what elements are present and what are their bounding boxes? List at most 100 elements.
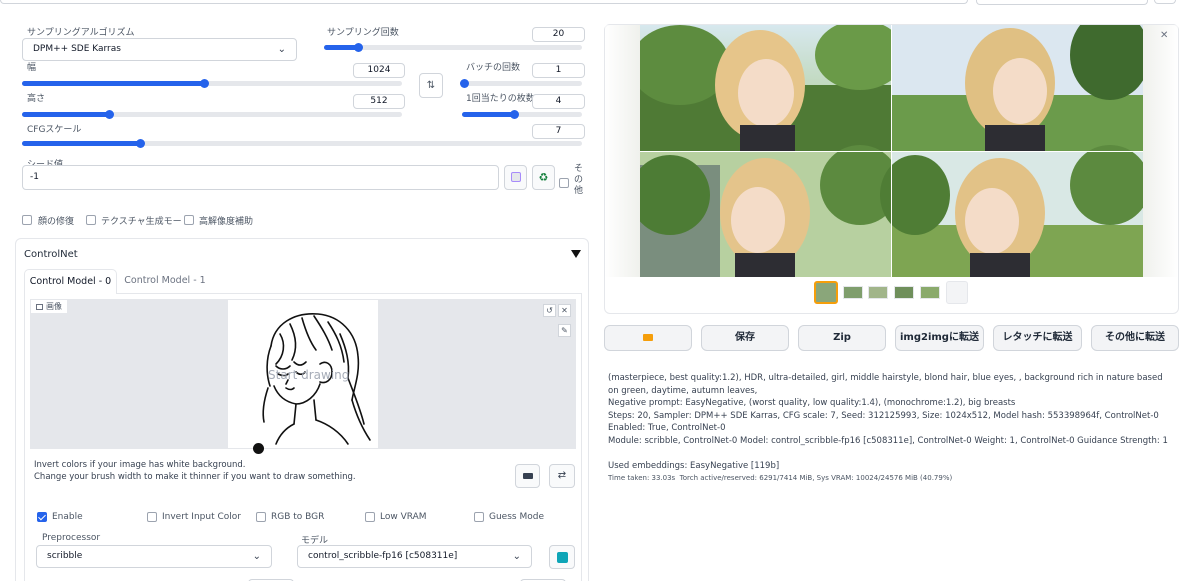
image-cell-2 [892, 25, 1143, 151]
cfg-input[interactable]: 7 [532, 124, 585, 139]
rgb-bgr-label: RGB to BGR [271, 512, 325, 522]
width-thumb[interactable] [200, 79, 210, 88]
open-folder-button[interactable] [604, 325, 692, 351]
preprocessor-select[interactable]: scribble ⌄ [36, 545, 272, 568]
save-button[interactable]: 保存 [701, 325, 789, 351]
batch-count-input[interactable]: 1 [532, 63, 585, 78]
low-vram-checkbox[interactable] [365, 512, 375, 522]
image-label-badge: 画像 [31, 300, 68, 314]
thumbnail-grid[interactable] [814, 281, 838, 304]
width-fill [22, 81, 205, 86]
prompt-text: (masterpiece, best quality:1.2), HDR, ul… [608, 373, 1163, 396]
width-input[interactable]: 1024 [353, 63, 405, 78]
send-to-img2img-button[interactable]: img2imgに転送 [895, 325, 984, 351]
height-input[interactable]: 512 [353, 94, 405, 109]
invert-label: Invert Input Color [162, 512, 241, 522]
cfg-label: CFGスケール [27, 125, 82, 135]
recycle-icon: ♻ [538, 171, 549, 184]
close-gallery-button[interactable]: ✕ [1160, 30, 1168, 41]
guess-mode-checkbox[interactable] [474, 512, 484, 522]
model-select[interactable]: control_scribble-fp16 [c508311e] ⌄ [297, 545, 532, 568]
sampling-steps-fill [324, 45, 358, 50]
low-vram-label: Low VRAM [380, 512, 427, 522]
image-cell-1 [640, 25, 905, 151]
zip-button[interactable]: Zip [798, 325, 886, 351]
clear-canvas-button[interactable]: ✕ [558, 304, 571, 317]
generated-image-grid[interactable] [640, 25, 1143, 277]
undo-icon: ↺ [546, 306, 553, 315]
brush-button[interactable]: ✎ [558, 324, 571, 337]
chevron-down-icon: ⌄ [277, 44, 286, 55]
canvas-overlay-text: Start drawing [268, 368, 350, 382]
controlnet-title[interactable]: ControlNet [24, 249, 78, 260]
top-input-remnant [0, 0, 968, 4]
undo-button[interactable]: ↺ [543, 304, 556, 317]
image-canvas[interactable]: Start drawing 画像 ↺ ✕ ✎ [30, 299, 576, 454]
random-seed-button[interactable] [504, 165, 527, 190]
thumbnail-3[interactable] [894, 286, 914, 299]
height-thumb[interactable] [105, 110, 115, 119]
width-label: 幅 [27, 63, 37, 73]
width-slider[interactable] [22, 79, 402, 88]
canvas-left-gray [31, 300, 228, 448]
sampling-steps-label: サンプリング回数 [327, 28, 399, 38]
batch-count-thumb[interactable] [460, 79, 470, 88]
batch-size-label: 1回当たりの枚数 [466, 94, 535, 104]
sampling-method-select[interactable]: DPM++ SDE Karras ⌄ [22, 38, 297, 61]
tab-control-model-0[interactable]: Control Model - 0 [24, 269, 117, 294]
batch-size-slider[interactable] [462, 110, 582, 119]
send-to-inpaint-button[interactable]: レタッチに転送 [993, 325, 1082, 351]
swap-horizontal-icon: ⇄ [557, 470, 567, 481]
brush-cursor [253, 443, 264, 454]
preprocessor-label: Preprocessor [42, 533, 101, 543]
tab-control-model-1[interactable]: Control Model - 1 [120, 269, 210, 294]
params-text-1: Steps: 20, Sampler: DPM++ SDE Karras, CF… [608, 410, 1159, 434]
cfg-thumb[interactable] [135, 139, 145, 148]
thumbnail-4[interactable] [920, 286, 940, 299]
top-right-box-remnant [976, 0, 1148, 5]
cfg-fill [22, 141, 140, 146]
hint-invert: Invert colors if your image has white ba… [34, 460, 246, 470]
seed-extra-checkbox[interactable] [559, 178, 569, 188]
height-slider[interactable] [22, 110, 402, 119]
hires-label: 高解像度補助 [199, 217, 254, 227]
batch-size-input[interactable]: 4 [532, 94, 585, 109]
batch-count-slider[interactable] [460, 79, 582, 88]
folder-icon [643, 333, 653, 341]
guess-mode-label: Guess Mode [489, 512, 544, 522]
send-to-extras-button[interactable]: その他に転送 [1091, 325, 1179, 351]
mirror-button[interactable]: ⇄ [549, 464, 575, 488]
invert-checkbox[interactable] [147, 512, 157, 522]
cfg-slider[interactable] [22, 139, 582, 148]
image-cell-3 [640, 145, 900, 277]
enable-checkbox[interactable] [37, 512, 47, 522]
thumbnail-2[interactable] [868, 286, 888, 299]
sampling-steps-input[interactable]: 20 [532, 27, 585, 42]
thumbnail-1[interactable] [843, 286, 863, 299]
hint-brush: Change your brush width to make it thinn… [34, 472, 356, 482]
swap-size-button[interactable]: ⇅ [419, 73, 443, 98]
rgb-bgr-checkbox[interactable] [256, 512, 266, 522]
image-label-text: 画像 [46, 302, 62, 311]
thumbnail-5[interactable] [946, 281, 968, 304]
seed-input[interactable]: -1 [22, 165, 499, 190]
sampling-steps-slider[interactable] [324, 43, 582, 52]
brush-icon: ✎ [561, 326, 568, 335]
image-cell-4 [880, 145, 1143, 277]
hires-checkbox[interactable] [184, 215, 194, 225]
batch-count-label: バッチの回数 [466, 63, 521, 73]
gallery-blur-left [605, 25, 640, 277]
tiling-checkbox[interactable] [86, 215, 96, 225]
canvas-right-gray [378, 300, 576, 448]
close-icon: ✕ [1160, 30, 1169, 41]
sampling-steps-thumb[interactable] [353, 43, 363, 52]
reuse-seed-button[interactable]: ♻ [532, 165, 555, 190]
height-label: 高さ [27, 94, 46, 104]
face-restore-checkbox[interactable] [22, 215, 32, 225]
webcam-button[interactable] [515, 464, 540, 488]
face-restore-label: 顔の修復 [38, 217, 75, 227]
refresh-models-button[interactable] [549, 545, 575, 569]
swap-vertical-icon: ⇅ [426, 80, 436, 91]
collapse-triangle-icon[interactable] [571, 250, 581, 258]
batch-size-thumb[interactable] [509, 110, 519, 119]
